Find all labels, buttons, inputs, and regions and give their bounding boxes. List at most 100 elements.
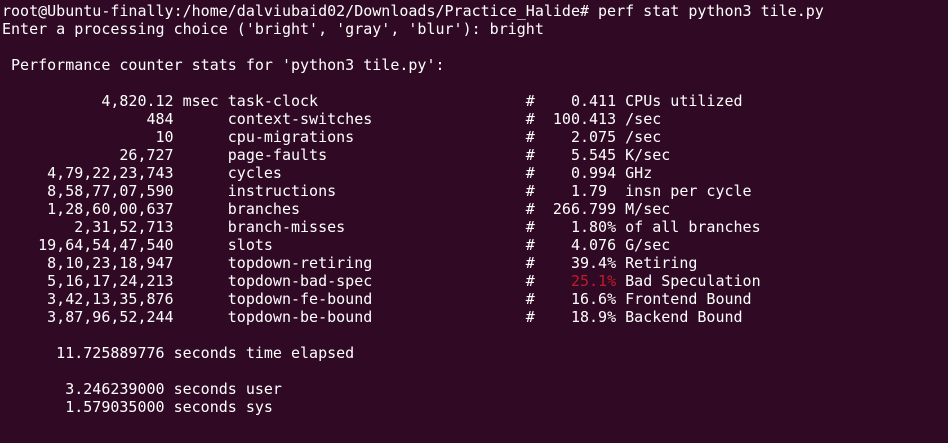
counter-unit [174,146,228,164]
counter-metric: 25.1% [534,272,617,290]
counter-value: 484 [2,110,174,128]
counter-row: 5,16,17,24,213 topdown-bad-spec # 25.1% … [2,272,948,290]
user-time-line: 3.246239000 seconds user [2,380,282,398]
counter-row: 484 context-switches # 100.413 /sec [2,110,948,128]
counter-metric: 1.79 [534,182,617,200]
counter-metric: 2.075 [534,128,617,146]
counter-value: 8,58,77,07,590 [2,182,174,200]
counter-row: 8,58,77,07,590 instructions # 1.79 insn … [2,182,948,200]
counter-row: 1,28,60,00,637 branches # 266.799 M/sec [2,200,948,218]
counter-metric: 0.411 [534,92,617,110]
comment-hash: # [525,182,535,200]
counter-row: 4,79,22,23,743 cycles # 0.994 GHz [2,164,948,182]
counter-unit [174,128,228,146]
counter-value: 10 [2,128,174,146]
counter-unit [174,290,228,308]
counter-event: branch-misses [227,218,526,236]
counter-row: 3,42,13,35,876 topdown-fe-bound # 16.6% … [2,290,948,308]
counter-description: insn per cycle [616,182,752,200]
comment-hash: # [525,218,535,236]
sys-time-line: 1.579035000 seconds sys [2,398,273,416]
counter-value: 3,42,13,35,876 [2,290,174,308]
counter-unit [174,164,228,182]
counter-unit [174,236,228,254]
counter-description: Bad Speculation [616,272,761,290]
counter-metric: 0.994 [534,164,617,182]
comment-hash: # [525,290,535,308]
counter-description: Retiring [616,254,698,272]
counter-value: 26,727 [2,146,174,164]
counter-metric: 5.545 [534,146,617,164]
counter-row: 8,10,23,18,947 topdown-retiring # 39.4% … [2,254,948,272]
counter-description: Backend Bound [616,308,743,326]
counter-description: M/sec [616,200,671,218]
counter-value: 5,16,17,24,213 [2,272,174,290]
counter-event: topdown-retiring [227,254,526,272]
counter-row: 4,820.12 msec task-clock # 0.411 CPUs ut… [2,92,948,110]
counter-unit [174,218,228,236]
stats-header: Performance counter stats for 'python3 t… [2,56,445,74]
counter-event: context-switches [227,110,526,128]
counter-value: 19,64,54,47,540 [2,236,174,254]
counter-metric: 4.076 [534,236,617,254]
comment-hash: # [525,272,535,290]
counter-value: 1,28,60,00,637 [2,200,174,218]
comment-hash: # [525,254,535,272]
processing-choice-line: Enter a processing choice ('bright', 'gr… [2,20,544,38]
comment-hash: # [525,110,535,128]
counter-description: Frontend Bound [616,290,752,308]
counter-event: cpu-migrations [227,128,526,146]
counter-row: 2,31,52,713 branch-misses # 1.80% of all… [2,218,948,236]
counter-row: 3,87,96,52,244 topdown-be-bound # 18.9% … [2,308,948,326]
counter-value: 4,79,22,23,743 [2,164,174,182]
counter-unit [174,200,228,218]
counter-unit [174,308,228,326]
counter-value: 4,820.12 [2,92,174,110]
counter-unit [174,110,228,128]
counter-metric: 1.80% [534,218,617,236]
counter-description: /sec [616,110,662,128]
counter-event: task-clock [227,92,526,110]
counter-event: topdown-bad-spec [227,272,526,290]
comment-hash: # [525,236,535,254]
comment-hash: # [525,164,535,182]
terminal-window[interactable]: root@Ubuntu-finally:/home/dalviubaid02/D… [0,0,948,443]
command-prompt-line: root@Ubuntu-finally:/home/dalviubaid02/D… [2,2,824,20]
elapsed-time-line: 11.725889776 seconds time elapsed [2,344,355,362]
counter-event: cycles [227,164,526,182]
comment-hash: # [525,128,535,146]
counter-event: topdown-be-bound [227,308,526,326]
counter-description: K/sec [616,146,671,164]
counter-metric: 16.6% [534,290,617,308]
counter-row: 10 cpu-migrations # 2.075 /sec [2,128,948,146]
counter-unit: msec [173,92,228,110]
counter-value: 8,10,23,18,947 [2,254,174,272]
counter-row: 26,727 page-faults # 5.545 K/sec [2,146,948,164]
counter-event: branches [227,200,526,218]
counter-event: page-faults [227,146,526,164]
comment-hash: # [525,146,535,164]
counter-value: 2,31,52,713 [2,218,174,236]
counter-description: GHz [616,164,653,182]
counter-metric: 266.799 [534,200,617,218]
counter-row: 19,64,54,47,540 slots # 4.076 G/sec [2,236,948,254]
counter-value: 3,87,96,52,244 [2,308,174,326]
counter-unit [174,254,228,272]
comment-hash: # [525,308,535,326]
counter-description: G/sec [616,236,671,254]
comment-hash: # [525,92,535,110]
counter-list: 4,820.12 msec task-clock # 0.411 CPUs ut… [2,92,948,326]
counter-description: /sec [616,128,662,146]
counter-unit [174,272,228,290]
counter-description: of all branches [616,218,761,236]
counter-event: slots [227,236,526,254]
counter-metric: 39.4% [534,254,617,272]
counter-unit [174,182,228,200]
counter-metric: 100.413 [534,110,617,128]
counter-metric: 18.9% [534,308,617,326]
comment-hash: # [525,200,535,218]
